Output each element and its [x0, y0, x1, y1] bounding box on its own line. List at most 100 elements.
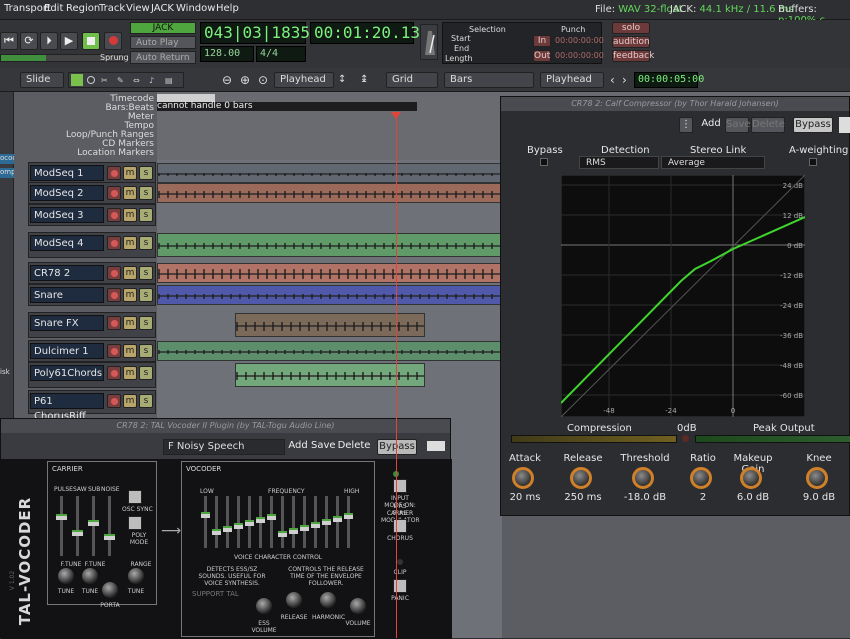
track-name[interactable]: P61 ChorusRiff	[30, 393, 104, 422]
menu-help[interactable]: Help	[216, 3, 239, 14]
track-header[interactable]: ModSeq 2 ms	[28, 182, 156, 204]
cut-tool-icon[interactable]: ✂	[101, 76, 108, 85]
zoom-out-icon[interactable]: ⊖	[222, 73, 232, 87]
band-fader-handle[interactable]	[256, 517, 265, 523]
menu-view[interactable]: View	[126, 3, 150, 14]
support-tal-link[interactable]: SUPPORT TAL	[192, 590, 239, 598]
solo-button[interactable]: s	[139, 266, 153, 280]
knob[interactable]	[632, 467, 654, 489]
record-arm-button[interactable]	[107, 186, 121, 200]
bbt-clock[interactable]: 043|03|1835	[200, 22, 310, 44]
expand-tracks-icon[interactable]: ↨	[360, 74, 368, 85]
stretch-tool-icon[interactable]: ⇔	[133, 76, 140, 85]
solo-button[interactable]: s	[139, 366, 153, 380]
osc-sync-button[interactable]	[128, 490, 142, 504]
track-header[interactable]: Snare m s	[28, 284, 156, 306]
carrier-knob[interactable]	[82, 568, 98, 584]
carrier-fader-handle[interactable]	[88, 520, 99, 526]
audio-region[interactable]	[157, 233, 502, 257]
play-icon[interactable]: ▶	[60, 32, 78, 50]
solo-button[interactable]: s	[139, 166, 153, 180]
poly-mode-button[interactable]	[128, 516, 142, 530]
feedback-button[interactable]: feedback	[612, 50, 654, 62]
menu-window[interactable]: Window	[176, 3, 215, 14]
band-fader-handle[interactable]	[278, 531, 287, 537]
solo-button[interactable]: s	[139, 288, 153, 302]
band-fader-handle[interactable]	[322, 519, 331, 525]
record-arm-button[interactable]	[107, 266, 121, 280]
edit-point-select[interactable]: Playhead	[540, 72, 604, 88]
knob[interactable]	[512, 467, 534, 489]
record-arm-button[interactable]	[107, 288, 121, 302]
record-arm-button[interactable]	[107, 208, 121, 222]
track-name[interactable]: Poly61Chords	[30, 365, 104, 381]
audio-region[interactable]	[157, 285, 502, 305]
track-header[interactable]: CR78 2 ms	[28, 262, 156, 284]
audio-region[interactable]	[157, 183, 502, 203]
zoom-fit-icon[interactable]: ⊙	[258, 73, 268, 87]
audition-button[interactable]: audition	[612, 36, 650, 48]
band-fader-handle[interactable]	[234, 523, 243, 529]
shuttle-mode[interactable]: Sprung	[100, 53, 129, 62]
menu-track[interactable]: Track	[99, 3, 125, 14]
track-header[interactable]: Snare FX m s	[28, 312, 156, 338]
track-name[interactable]: CR78 2	[30, 265, 104, 281]
knob[interactable]	[740, 467, 762, 489]
content-tool-icon[interactable]: ▤	[165, 76, 173, 85]
record-button[interactable]	[104, 32, 122, 50]
vocoder-delete-button[interactable]: Delete	[337, 439, 371, 455]
compressor-delete-button[interactable]: Delete	[751, 117, 785, 133]
vocoder-bypass-button[interactable]: Bypass	[377, 439, 417, 455]
vocoder-knob[interactable]	[320, 592, 336, 608]
knob[interactable]	[806, 467, 828, 489]
band-fader-handle[interactable]	[267, 514, 276, 520]
band-fader-handle[interactable]	[344, 513, 353, 519]
mute-button[interactable]: m	[123, 166, 137, 180]
carrier-fader-handle[interactable]	[104, 534, 115, 540]
solo-button[interactable]: s	[139, 394, 153, 408]
record-arm-button[interactable]	[107, 316, 121, 330]
compressor-bypass-button[interactable]: Bypass	[793, 117, 833, 133]
compressor-preset-select[interactable]: ⋮	[679, 117, 693, 133]
track-header[interactable]: Poly61Chords m s	[28, 362, 156, 388]
carrier-fader-handle[interactable]	[56, 514, 67, 520]
solo-button[interactable]: s	[139, 186, 153, 200]
carrier-knob[interactable]	[102, 582, 118, 598]
compressor-add-button[interactable]: Add	[699, 117, 723, 133]
track-name[interactable]: ModSeq 2	[30, 185, 104, 201]
track-header[interactable]: ModSeq 4 ms	[28, 232, 156, 258]
track-name[interactable]: ModSeq 4	[30, 235, 104, 251]
stop-button[interactable]	[82, 32, 100, 50]
nudge-back-icon[interactable]: ‹	[610, 73, 615, 87]
band-fader-handle[interactable]	[223, 526, 232, 532]
punch-out-button[interactable]: Out	[533, 50, 551, 62]
zoom-in-icon[interactable]: ⊕	[240, 73, 250, 87]
track-name[interactable]: Dulcimer 1	[30, 343, 104, 359]
stereo-link-select[interactable]: Average	[661, 156, 765, 169]
bypass-checkbox[interactable]	[540, 158, 548, 166]
nudge-clock[interactable]: 00:00:05:00	[634, 72, 704, 88]
track-header[interactable]: ModSeq 1 ms	[28, 162, 156, 184]
carrier-knob[interactable]	[58, 568, 74, 584]
carrier-fader-handle[interactable]	[72, 530, 83, 536]
vocoder-save-button[interactable]: Save	[311, 439, 336, 455]
menu-edit[interactable]: Edit	[44, 3, 63, 14]
band-fader-handle[interactable]	[212, 529, 221, 535]
range-tool-icon[interactable]	[87, 76, 95, 84]
knob[interactable]	[690, 467, 712, 489]
audition-tool-icon[interactable]: ♪	[149, 76, 154, 85]
track-header[interactable]: Dulcimer 1 ms	[28, 340, 156, 362]
solo-button[interactable]: solo	[612, 22, 650, 34]
detection-select[interactable]: RMS	[579, 156, 659, 169]
loop-play-icon[interactable]: ⟳	[20, 32, 38, 50]
record-arm-button[interactable]	[107, 366, 121, 380]
solo-button[interactable]: s	[139, 236, 153, 250]
band-fader-handle[interactable]	[245, 520, 254, 526]
record-arm-button[interactable]	[107, 344, 121, 358]
vocoder-knob[interactable]	[256, 598, 272, 614]
track-header[interactable]: ModSeq 3 ms	[28, 204, 156, 226]
mute-button[interactable]: m	[123, 266, 137, 280]
vocoder-add-button[interactable]: Add	[287, 439, 309, 455]
mute-button[interactable]: m	[123, 394, 137, 408]
play-range-icon[interactable]: ⏵	[40, 32, 58, 50]
